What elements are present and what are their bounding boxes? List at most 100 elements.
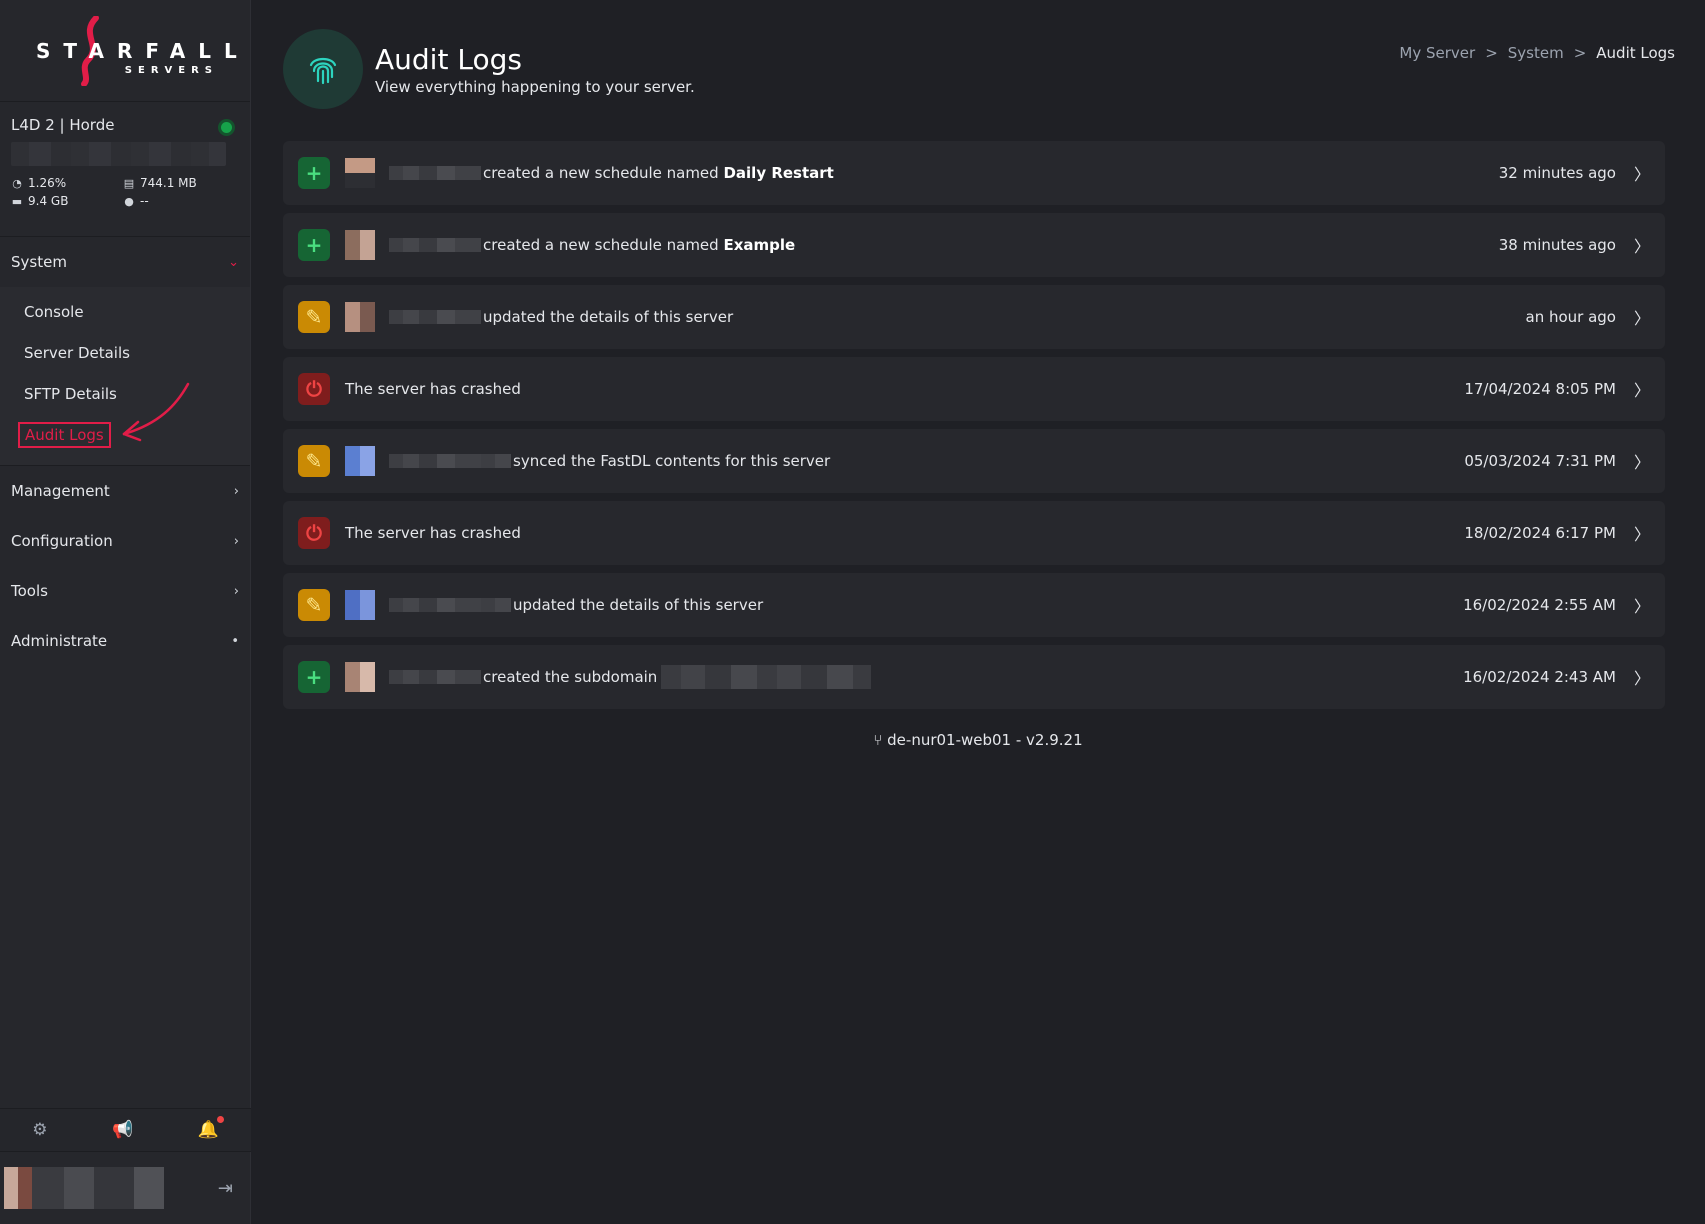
user-avatar-redacted (345, 590, 375, 620)
log-message: updated the details of this server (513, 596, 764, 614)
log-timestamp: 16/02/2024 2:55 AM (1463, 596, 1616, 614)
brand-logo[interactable]: STARFALL SERVERS (0, 0, 250, 102)
breadcrumb-separator: > (1485, 44, 1498, 62)
server-name: L4D 2 | Horde (11, 116, 115, 134)
notification-dot (216, 1116, 224, 1123)
username-redacted (389, 166, 481, 180)
breadcrumb: My Server > System > Audit Logs (1399, 44, 1675, 62)
power-icon: ⏻ (298, 373, 330, 405)
audit-log-row[interactable]: ⏻ The server has crashed 17/04/2024 8:05… (283, 357, 1665, 421)
user-avatar-redacted (345, 662, 375, 692)
username-redacted (389, 598, 511, 612)
log-message: The server has crashed (345, 524, 521, 542)
chevron-right-icon: 〉 (1633, 165, 1650, 184)
log-message: created a new schedule named Example (483, 236, 796, 254)
sidebar-item-server-details[interactable]: Server Details (0, 332, 250, 373)
chevron-right-icon: 〉 (1633, 381, 1650, 400)
page-title: Audit Logs (375, 42, 522, 76)
breadcrumb-current: Audit Logs (1596, 44, 1675, 62)
user-avatar-redacted (345, 302, 375, 332)
cpu-gauge-icon: ◔ (12, 176, 22, 190)
page-header: Audit Logs View everything happening to … (283, 29, 695, 109)
settings-gears-icon[interactable]: ⚙ (32, 1120, 47, 1140)
user-row: ⇥ (0, 1152, 251, 1224)
chevron-right-icon: › (233, 483, 239, 499)
breadcrumb-system[interactable]: System (1508, 44, 1564, 62)
memory-icon: ▤ (123, 176, 135, 190)
username-redacted (389, 454, 511, 468)
breadcrumb-my-server[interactable]: My Server (1399, 44, 1475, 62)
log-timestamp: 38 minutes ago (1498, 236, 1616, 254)
username-redacted (389, 670, 481, 684)
memory-stat: ▤ 744.1 MB (123, 176, 197, 190)
nav-section-configuration[interactable]: Configuration › (0, 516, 250, 566)
server-stats: ◔ 1.26% ▤ 744.1 MB ▬ 9.4 GB ● -- (11, 176, 239, 208)
sidebar-item-console[interactable]: Console (0, 291, 250, 332)
brand-name: STARFALL (36, 38, 250, 63)
dot-icon: • (231, 633, 239, 649)
pencil-icon: ✎ (298, 445, 330, 477)
audit-log-row[interactable]: ✎ updated the details of this server an … (283, 285, 1665, 349)
audit-log-row[interactable]: + created a new schedule named Example 3… (283, 213, 1665, 277)
nav-section-management[interactable]: Management › (0, 466, 250, 516)
page-subtitle: View everything happening to your server… (375, 77, 695, 96)
server-card[interactable]: L4D 2 | Horde ◔ 1.26% ▤ 744.1 MB ▬ 9.4 GB ●… (0, 102, 250, 237)
log-message: updated the details of this server (483, 308, 734, 326)
chevron-right-icon: 〉 (1633, 453, 1650, 472)
log-timestamp: 18/02/2024 6:17 PM (1464, 524, 1616, 542)
logout-icon[interactable]: ⇥ (218, 1178, 233, 1199)
bell-icon[interactable]: 🔔 (198, 1116, 224, 1140)
plus-icon: + (298, 157, 330, 189)
user-avatar-redacted[interactable] (4, 1167, 164, 1209)
user-avatar-redacted (345, 230, 375, 260)
breadcrumb-separator: > (1573, 44, 1587, 62)
server-address-redacted (11, 142, 226, 166)
chevron-right-icon: 〉 (1633, 597, 1650, 616)
log-timestamp: 32 minutes ago (1498, 164, 1616, 182)
git-branch-icon: ⑂ (873, 731, 883, 749)
nav-section-system[interactable]: System ⌄ (0, 237, 250, 287)
audit-log-row[interactable]: ✎ synced the FastDL contents for this se… (283, 429, 1665, 493)
audit-log-row[interactable]: ✎ updated the details of this server 16/… (283, 573, 1665, 637)
chevron-right-icon: › (233, 533, 239, 549)
log-message: created a new schedule named Daily Resta… (483, 164, 834, 182)
brand-subtitle: SERVERS (124, 64, 218, 76)
user-avatar-redacted (345, 158, 375, 188)
footer-icon-bar: ⚙ 📢 🔔 (0, 1108, 251, 1152)
annotation-arrow-icon (122, 382, 190, 442)
log-message: synced the FastDL contents for this serv… (513, 452, 831, 470)
chevron-right-icon: › (233, 583, 239, 599)
chevron-right-icon: 〉 (1633, 669, 1650, 688)
megaphone-icon[interactable]: 📢 (112, 1120, 133, 1140)
audit-log-row[interactable]: ⏻ The server has crashed 18/02/2024 6:17… (283, 501, 1665, 565)
user-avatar-redacted (345, 446, 375, 476)
log-timestamp: 17/04/2024 8:05 PM (1464, 380, 1616, 398)
server-online-indicator (221, 122, 232, 133)
sidebar-nav: System ⌄ Console Server Details SFTP Det… (0, 237, 250, 666)
log-message: The server has crashed (345, 380, 521, 398)
version-text: de-nur01-web01 - v2.9.21 (887, 731, 1083, 749)
chevron-right-icon: 〉 (1633, 525, 1650, 544)
audit-log-row[interactable]: + created the subdomain 16/02/2024 2:43 … (283, 645, 1665, 709)
log-timestamp: 16/02/2024 2:43 AM (1463, 668, 1616, 686)
main-content: Audit Logs View everything happening to … (251, 0, 1705, 1224)
username-redacted (389, 238, 481, 252)
nav-section-tools[interactable]: Tools › (0, 566, 250, 616)
version-footer: ⑂ de-nur01-web01 - v2.9.21 (251, 731, 1705, 749)
log-timestamp: an hour ago (1525, 308, 1616, 326)
log-timestamp: 05/03/2024 7:31 PM (1464, 452, 1616, 470)
subdomain-redacted (661, 665, 872, 689)
pencil-icon: ✎ (298, 589, 330, 621)
nav-section-administrate[interactable]: Administrate • (0, 616, 250, 666)
disk-icon: ▬ (11, 194, 23, 208)
pencil-icon: ✎ (298, 301, 330, 333)
players-stat: ● -- (124, 194, 149, 208)
audit-log-row[interactable]: + created a new schedule named Daily Res… (283, 141, 1665, 205)
chevron-right-icon: 〉 (1633, 237, 1650, 256)
sidebar-footer: ⚙ 📢 🔔 ⇥ (0, 1108, 251, 1224)
power-icon: ⏻ (298, 517, 330, 549)
chevron-right-icon: 〉 (1633, 309, 1650, 328)
user-icon: ● (124, 194, 134, 208)
sidebar: STARFALL SERVERS L4D 2 | Horde ◔ 1.26% ▤ 7… (0, 0, 251, 1224)
fingerprint-icon (283, 29, 363, 109)
